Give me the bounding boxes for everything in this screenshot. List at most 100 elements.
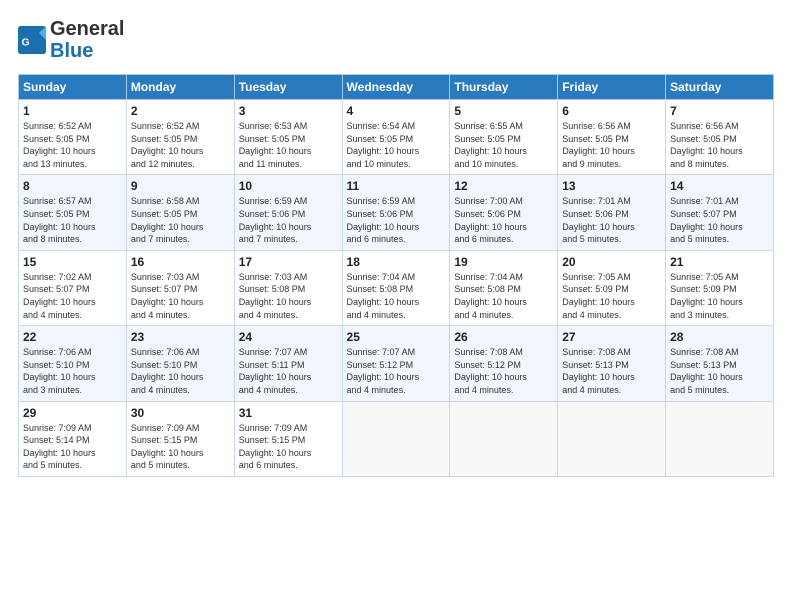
daylight-minutes: and 13 minutes. [23,159,87,169]
day-number: 4 [347,104,446,118]
sunset-label: Sunset: 5:12 PM [454,360,521,370]
cell-content: Sunrise: 7:08 AM Sunset: 5:13 PM Dayligh… [670,346,769,396]
col-tuesday: Tuesday [234,75,342,100]
daylight-label: Daylight: 10 hours [23,372,96,382]
daylight-minutes: and 3 minutes. [670,310,729,320]
sunset-label: Sunset: 5:08 PM [454,284,521,294]
cell-content: Sunrise: 6:59 AM Sunset: 5:06 PM Dayligh… [239,195,338,245]
table-cell: 4 Sunrise: 6:54 AM Sunset: 5:05 PM Dayli… [342,100,450,175]
daylight-label: Daylight: 10 hours [131,146,204,156]
cell-content: Sunrise: 7:08 AM Sunset: 5:12 PM Dayligh… [454,346,553,396]
sunset-label: Sunset: 5:12 PM [347,360,414,370]
table-cell: 21 Sunrise: 7:05 AM Sunset: 5:09 PM Dayl… [666,250,774,325]
table-cell: 27 Sunrise: 7:08 AM Sunset: 5:13 PM Dayl… [558,326,666,401]
sunset-label: Sunset: 5:05 PM [562,134,629,144]
table-cell: 22 Sunrise: 7:06 AM Sunset: 5:10 PM Dayl… [19,326,127,401]
calendar-table: Sunday Monday Tuesday Wednesday Thursday… [18,74,774,477]
header: G General Blue [18,18,774,62]
sunrise-label: Sunrise: 7:03 AM [131,272,200,282]
daylight-minutes: and 6 minutes. [239,460,298,470]
logo-general: General [50,18,124,40]
sunrise-label: Sunrise: 6:59 AM [347,196,416,206]
daylight-minutes: and 4 minutes. [562,310,621,320]
day-number: 12 [454,179,553,193]
daylight-minutes: and 8 minutes. [670,159,729,169]
cell-content: Sunrise: 6:59 AM Sunset: 5:06 PM Dayligh… [347,195,446,245]
daylight-minutes: and 7 minutes. [131,234,190,244]
table-cell: 25 Sunrise: 7:07 AM Sunset: 5:12 PM Dayl… [342,326,450,401]
sunset-label: Sunset: 5:05 PM [131,134,198,144]
daylight-label: Daylight: 10 hours [562,372,635,382]
sunrise-label: Sunrise: 7:06 AM [23,347,92,357]
day-number: 22 [23,330,122,344]
col-monday: Monday [126,75,234,100]
daylight-minutes: and 4 minutes. [347,385,406,395]
table-cell: 5 Sunrise: 6:55 AM Sunset: 5:05 PM Dayli… [450,100,558,175]
table-cell: 14 Sunrise: 7:01 AM Sunset: 5:07 PM Dayl… [666,175,774,250]
cell-content: Sunrise: 7:01 AM Sunset: 5:06 PM Dayligh… [562,195,661,245]
daylight-label: Daylight: 10 hours [347,297,420,307]
cell-content: Sunrise: 6:54 AM Sunset: 5:05 PM Dayligh… [347,120,446,170]
sunrise-label: Sunrise: 7:05 AM [670,272,739,282]
daylight-label: Daylight: 10 hours [239,222,312,232]
sunrise-label: Sunrise: 6:54 AM [347,121,416,131]
cell-content: Sunrise: 7:01 AM Sunset: 5:07 PM Dayligh… [670,195,769,245]
daylight-label: Daylight: 10 hours [23,448,96,458]
day-number: 1 [23,104,122,118]
cell-content: Sunrise: 6:56 AM Sunset: 5:05 PM Dayligh… [562,120,661,170]
cell-content: Sunrise: 7:09 AM Sunset: 5:14 PM Dayligh… [23,422,122,472]
daylight-minutes: and 10 minutes. [347,159,411,169]
sunset-label: Sunset: 5:05 PM [670,134,737,144]
daylight-label: Daylight: 10 hours [131,372,204,382]
day-number: 13 [562,179,661,193]
col-wednesday: Wednesday [342,75,450,100]
logo: G General Blue [18,18,124,62]
sunset-label: Sunset: 5:13 PM [562,360,629,370]
sunset-label: Sunset: 5:15 PM [239,435,306,445]
header-row: Sunday Monday Tuesday Wednesday Thursday… [19,75,774,100]
table-cell: 18 Sunrise: 7:04 AM Sunset: 5:08 PM Dayl… [342,250,450,325]
daylight-minutes: and 11 minutes. [239,159,302,169]
table-row: 29 Sunrise: 7:09 AM Sunset: 5:14 PM Dayl… [19,401,774,476]
table-cell [558,401,666,476]
day-number: 11 [347,179,446,193]
sunset-label: Sunset: 5:07 PM [131,284,198,294]
day-number: 30 [131,406,230,420]
daylight-label: Daylight: 10 hours [23,146,96,156]
daylight-minutes: and 5 minutes. [562,234,621,244]
cell-content: Sunrise: 6:52 AM Sunset: 5:05 PM Dayligh… [23,120,122,170]
sunset-label: Sunset: 5:13 PM [670,360,737,370]
sunrise-label: Sunrise: 7:09 AM [131,423,200,433]
table-cell: 23 Sunrise: 7:06 AM Sunset: 5:10 PM Dayl… [126,326,234,401]
sunset-label: Sunset: 5:15 PM [131,435,198,445]
sunrise-label: Sunrise: 7:09 AM [239,423,308,433]
daylight-minutes: and 4 minutes. [454,385,513,395]
logo-text: General Blue [50,18,124,62]
table-cell: 31 Sunrise: 7:09 AM Sunset: 5:15 PM Dayl… [234,401,342,476]
day-number: 25 [347,330,446,344]
sunset-label: Sunset: 5:05 PM [23,209,90,219]
day-number: 26 [454,330,553,344]
table-cell [342,401,450,476]
cell-content: Sunrise: 6:56 AM Sunset: 5:05 PM Dayligh… [670,120,769,170]
sunrise-label: Sunrise: 7:09 AM [23,423,92,433]
daylight-label: Daylight: 10 hours [239,146,312,156]
table-cell: 30 Sunrise: 7:09 AM Sunset: 5:15 PM Dayl… [126,401,234,476]
day-number: 2 [131,104,230,118]
table-cell: 20 Sunrise: 7:05 AM Sunset: 5:09 PM Dayl… [558,250,666,325]
sunset-label: Sunset: 5:09 PM [562,284,629,294]
day-number: 5 [454,104,553,118]
col-friday: Friday [558,75,666,100]
sunrise-label: Sunrise: 6:56 AM [562,121,631,131]
table-cell [450,401,558,476]
table-cell: 26 Sunrise: 7:08 AM Sunset: 5:12 PM Dayl… [450,326,558,401]
daylight-label: Daylight: 10 hours [670,146,743,156]
table-cell: 9 Sunrise: 6:58 AM Sunset: 5:05 PM Dayli… [126,175,234,250]
cell-content: Sunrise: 7:05 AM Sunset: 5:09 PM Dayligh… [562,271,661,321]
sunrise-label: Sunrise: 6:56 AM [670,121,739,131]
sunrise-label: Sunrise: 7:05 AM [562,272,631,282]
cell-content: Sunrise: 7:02 AM Sunset: 5:07 PM Dayligh… [23,271,122,321]
table-cell: 28 Sunrise: 7:08 AM Sunset: 5:13 PM Dayl… [666,326,774,401]
day-number: 24 [239,330,338,344]
daylight-label: Daylight: 10 hours [23,222,96,232]
